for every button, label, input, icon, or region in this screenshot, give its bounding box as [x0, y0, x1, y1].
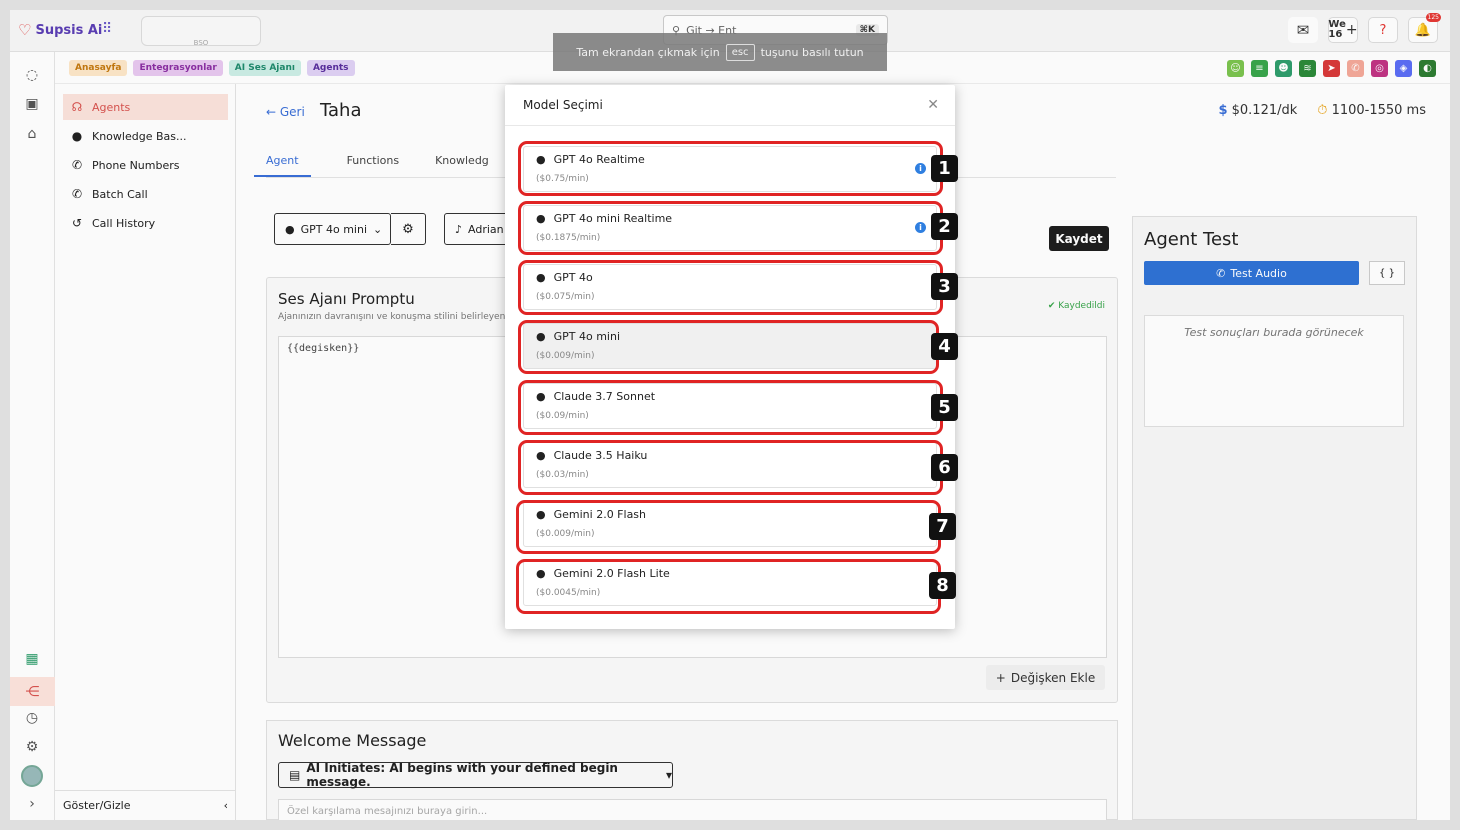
modal-title: Model Seçimi	[505, 85, 955, 126]
step-badge: 3	[931, 273, 958, 300]
highlight-ring	[518, 260, 943, 315]
highlight-ring	[516, 559, 941, 614]
highlight-ring	[516, 500, 941, 554]
step-badge: 6	[931, 454, 958, 481]
step-badge: 8	[929, 572, 956, 599]
step-badge: 2	[931, 213, 958, 240]
step-badge: 7	[929, 513, 956, 540]
step-badge: 4	[931, 333, 958, 360]
close-icon[interactable]: ✕	[927, 97, 939, 113]
step-badge: 5	[931, 394, 958, 421]
esc-key: esc	[725, 43, 755, 61]
step-badge: 1	[931, 155, 958, 182]
highlight-ring	[518, 380, 943, 435]
fullscreen-notice: Tam ekrandan çıkmak için esc tuşunu bası…	[553, 33, 887, 71]
highlight-ring	[518, 440, 943, 495]
notice-text-after: tuşunu basılı tutun	[760, 45, 864, 59]
highlight-ring	[518, 201, 943, 255]
highlight-ring	[518, 320, 939, 374]
notice-text-before: Tam ekrandan çıkmak için	[576, 45, 720, 59]
highlight-ring	[518, 141, 943, 196]
